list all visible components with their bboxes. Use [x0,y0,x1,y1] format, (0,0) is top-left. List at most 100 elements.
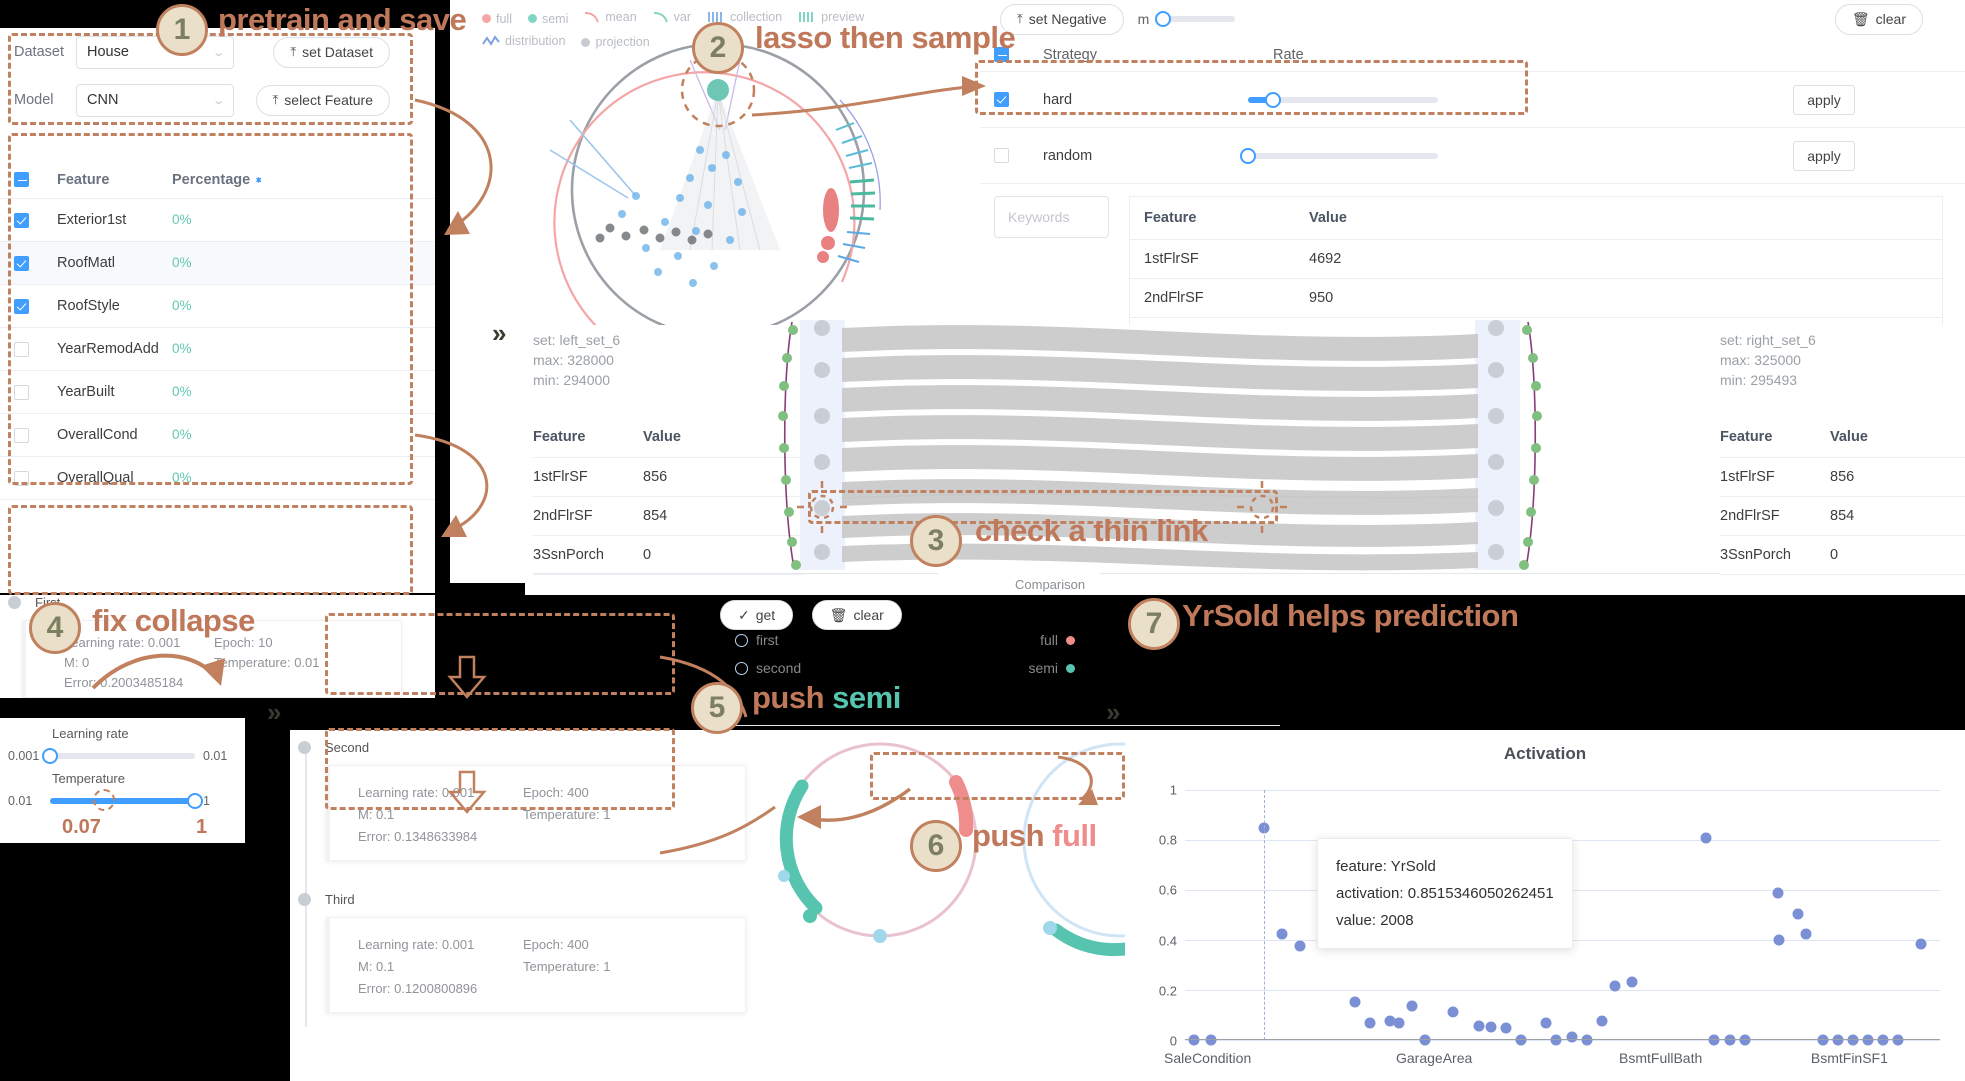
select-all-checkbox[interactable] [14,172,29,187]
scatter-point[interactable] [1419,1034,1431,1046]
expand-bottom-right-icon[interactable]: » [1106,697,1120,728]
legend-item-mean[interactable]: mean [584,6,637,28]
scatter-point[interactable] [1447,1006,1459,1018]
get-button[interactable]: ✓ get [720,600,794,630]
legend-item-var[interactable]: var [653,6,691,28]
scatter-point[interactable] [1792,908,1804,920]
scatter-point[interactable] [1485,1021,1497,1033]
feature-name: RoofStyle [57,298,120,314]
strategy-row[interactable]: hard apply [980,72,1965,128]
m-slider[interactable] [1155,11,1236,27]
scatter-point[interactable] [1817,1034,1829,1046]
feature-checkbox[interactable] [14,298,29,314]
scatter-point[interactable] [1188,1034,1200,1046]
scatter-point[interactable] [1773,934,1785,946]
expand-left-icon[interactable]: » [492,318,506,349]
scatter-point[interactable] [1205,1034,1217,1046]
feature-checkbox[interactable] [14,255,29,271]
strategy-row[interactable]: random apply [980,128,1965,184]
scatter-point[interactable] [1609,980,1621,992]
feature-row[interactable]: YearBuilt 0% [0,371,435,414]
expand-bottom-left-icon[interactable]: » [267,697,281,728]
scatter-point[interactable] [1708,1034,1719,1046]
set-dataset-button[interactable]: ⤒ set Dataset [273,36,390,68]
trash-icon: 🗑 [829,606,848,623]
scatter-point[interactable] [1626,976,1638,988]
strategy-checkbox[interactable] [994,148,1009,163]
scatter-point[interactable] [1349,996,1361,1008]
feature-row[interactable]: YearRemodAdd 0% [0,328,435,371]
radio-first-row[interactable]: first [735,632,801,648]
learning-rate-track[interactable] [42,748,195,764]
apply-button[interactable]: apply [1793,140,1855,171]
scatter-point[interactable] [1862,1034,1874,1046]
feature-checkbox[interactable] [14,470,29,486]
scatter-point[interactable] [1276,928,1288,940]
scatter-point[interactable] [1847,1034,1859,1046]
feature-checkbox[interactable] [14,341,29,357]
scatter-point[interactable] [1515,1034,1527,1046]
strategy-rate-knob[interactable] [1264,91,1281,108]
strategy-rate-knob[interactable] [1240,147,1256,164]
legend-item-projection[interactable]: projection [581,31,650,53]
keywords-input[interactable]: Keywords [994,196,1109,238]
feature-checkbox[interactable] [14,212,29,228]
scatter-point[interactable] [1596,1015,1608,1027]
scatter-point[interactable] [1915,938,1927,950]
scatter-point[interactable] [1892,1034,1904,1046]
scatter-point[interactable] [1566,1031,1578,1042]
step-label-1: pretrain and save [218,2,467,37]
scatter-point[interactable] [1772,887,1784,898]
strategy-rate-slider[interactable] [1240,147,1438,164]
column-rate: Rate [1273,46,1304,63]
legend-item-distribution[interactable]: distribution [482,30,565,52]
strategy-checkbox[interactable] [994,92,1009,107]
legend-item-semi[interactable]: semi [527,8,568,30]
radio-second-icon[interactable] [735,661,748,675]
scatter-point[interactable] [1832,1034,1844,1046]
model-select[interactable]: CNN ⌄ [76,83,234,117]
scatter-point[interactable] [1406,1000,1417,1012]
m-slider-knob[interactable] [1155,11,1172,27]
temperature-track[interactable] [50,789,203,811]
column-percentage[interactable]: Percentage ▲ ▼ [172,172,263,188]
scatter-point[interactable] [1500,1022,1512,1034]
scatter-point[interactable] [1877,1034,1889,1046]
scatter-point[interactable] [1739,1034,1751,1046]
learning-rate-slider-row[interactable]: 0.001 0.01 [0,741,245,771]
scatter-point[interactable] [1364,1017,1376,1029]
temperature-slider-row[interactable]: 0.01 1 [0,786,245,816]
scatter-point[interactable] [1540,1017,1552,1029]
scatter-point[interactable] [1473,1020,1485,1032]
strategy-rate-slider[interactable] [1248,91,1438,108]
temperature-knob[interactable] [187,793,203,809]
feature-row[interactable]: RoofMatl 0% [0,242,435,285]
scatter-point[interactable] [1294,940,1306,952]
push-clear-button[interactable]: 🗑 clear [811,600,902,630]
scatter-point[interactable] [1724,1034,1736,1046]
feature-row[interactable]: OverallQual 0% [0,457,435,500]
feature-checkbox[interactable] [14,384,29,400]
clear-button[interactable]: 🗑 clear [1834,3,1923,35]
clear-label: clear [1875,11,1906,27]
activation-plot[interactable]: 0 0.2 0.4 0.6 0.8 1 SaleCondition GarageArea Bs… [1159,783,1940,1066]
feature-row[interactable]: RoofStyle 0% [0,285,435,328]
feature-row[interactable]: OverallCond 0% [0,414,435,457]
set-negative-button[interactable]: ⤒ set Negative [1000,3,1124,35]
feature-checkbox[interactable] [14,427,29,443]
radio-first-icon[interactable] [735,633,748,647]
learning-rate-knob[interactable] [42,748,58,764]
sort-icon[interactable]: ▲ ▼ [254,175,263,185]
legend-item-full[interactable]: full [482,8,512,30]
radio-second-row[interactable]: second [735,660,801,676]
select-feature-button[interactable]: ⤒ select Feature [255,84,390,116]
scatter-point[interactable] [1700,832,1712,843]
dataset-select[interactable]: House ⌄ [76,35,234,69]
scatter-point[interactable] [1393,1017,1405,1029]
scatter-point[interactable] [1581,1034,1593,1046]
feature-row[interactable]: Exterior1st 0% [0,199,435,242]
comparison-feature: 2ndFlrSF [1720,508,1780,524]
apply-button[interactable]: apply [1793,84,1855,115]
scatter-point[interactable] [1550,1034,1562,1046]
scatter-point[interactable] [1800,928,1812,940]
